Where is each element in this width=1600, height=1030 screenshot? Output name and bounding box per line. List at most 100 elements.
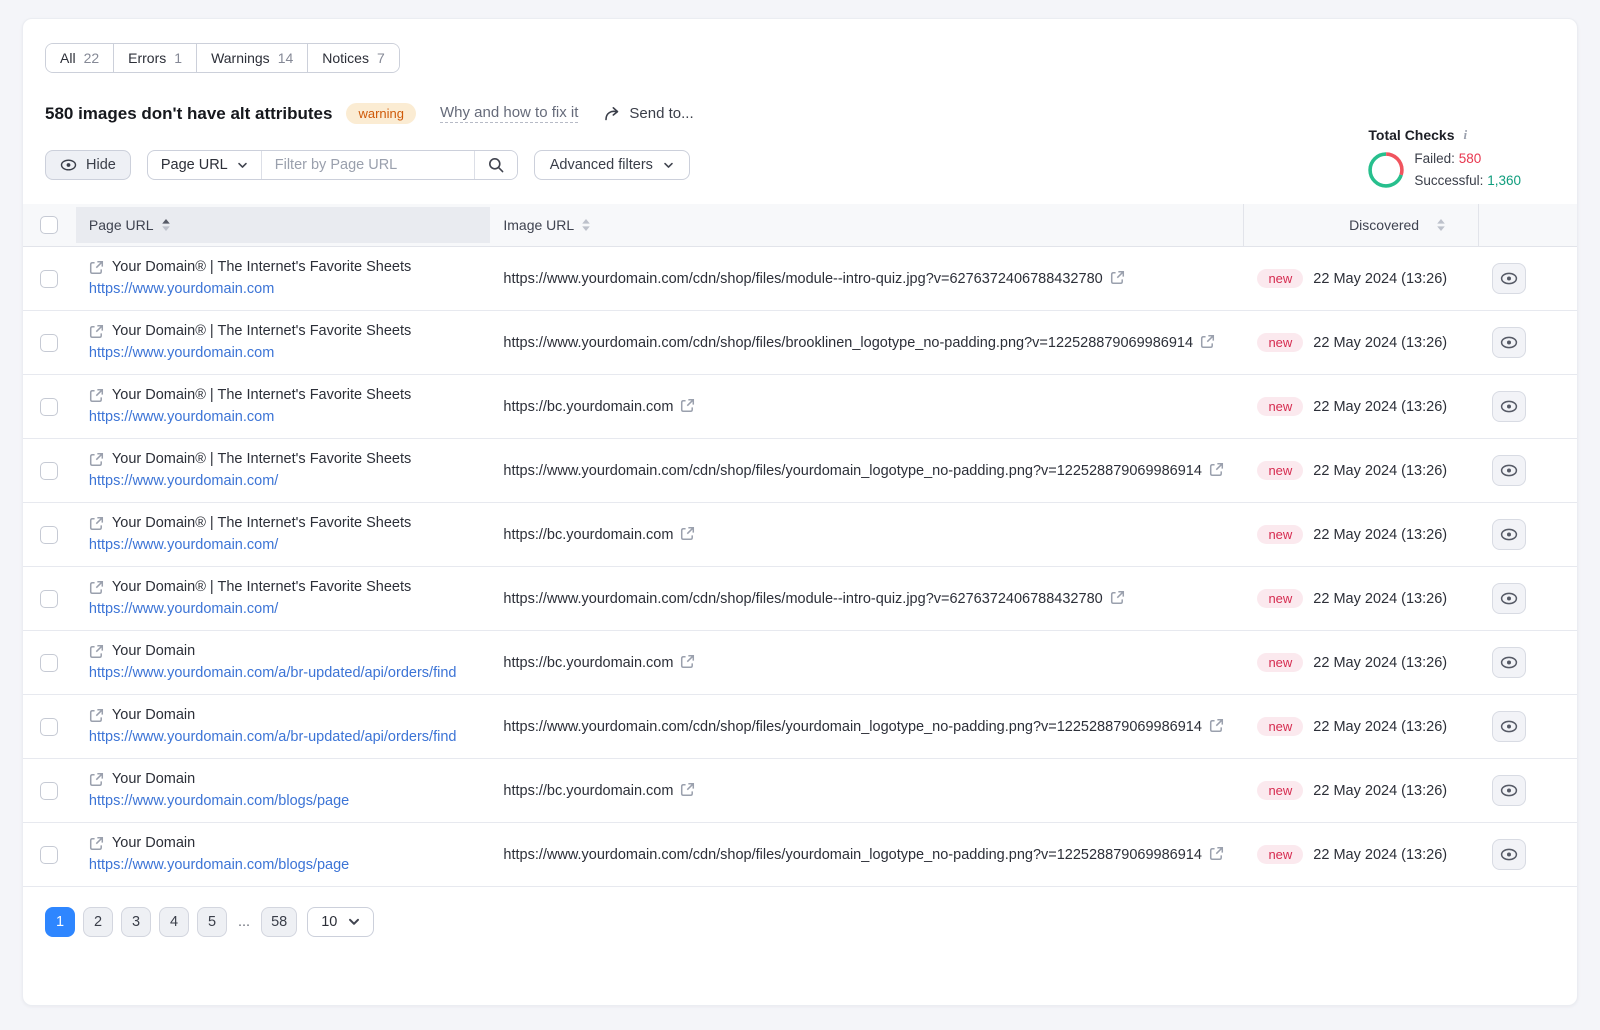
new-badge: new xyxy=(1257,589,1303,608)
tab-warnings[interactable]: Warnings 14 xyxy=(197,44,308,72)
tab-all[interactable]: All 22 xyxy=(46,44,114,72)
page-title-text: Your Domain® | The Internet's Favorite S… xyxy=(112,449,411,470)
page-url-link[interactable]: https://www.yourdomain.com/ xyxy=(89,471,480,492)
row-checkbox[interactable] xyxy=(40,718,58,736)
page-url-link[interactable]: https://www.yourdomain.com/a/br-updated/… xyxy=(89,663,480,684)
image-url-text: https://www.yourdomain.com/cdn/shop/file… xyxy=(503,847,1202,863)
external-link-icon[interactable] xyxy=(89,708,104,723)
advanced-filters-label: Advanced filters xyxy=(550,157,653,173)
external-link-icon[interactable] xyxy=(680,782,695,797)
new-badge: new xyxy=(1257,269,1303,288)
filter-field-dropdown[interactable]: Page URL xyxy=(148,151,262,179)
page-url-column-label: Page URL xyxy=(89,217,154,233)
eye-icon xyxy=(60,159,77,171)
external-link-icon[interactable] xyxy=(89,324,104,339)
page-size-select[interactable]: 10 xyxy=(307,907,374,937)
row-checkbox[interactable] xyxy=(40,462,58,480)
external-link-icon[interactable] xyxy=(1209,718,1224,733)
external-link-icon[interactable] xyxy=(89,836,104,851)
image-url-text: https://www.yourdomain.com/cdn/shop/file… xyxy=(503,271,1102,287)
external-link-icon[interactable] xyxy=(680,654,695,669)
row-checkbox[interactable] xyxy=(40,590,58,608)
column-header-image-url[interactable]: Image URL xyxy=(490,204,1244,246)
hide-label: Hide xyxy=(86,157,116,173)
row-checkbox[interactable] xyxy=(40,782,58,800)
view-details-button[interactable] xyxy=(1492,647,1526,678)
external-link-icon[interactable] xyxy=(89,516,104,531)
page-url-link[interactable]: https://www.yourdomain.com xyxy=(89,407,480,428)
row-checkbox[interactable] xyxy=(40,846,58,864)
page-url-link[interactable]: https://www.yourdomain.com/a/br-updated/… xyxy=(89,727,480,748)
total-checks-panel: Total Checks i Failed: 580 Successful: 1… xyxy=(1368,127,1521,192)
info-icon[interactable]: i xyxy=(1464,127,1468,143)
select-all-checkbox[interactable] xyxy=(40,216,58,234)
view-details-button[interactable] xyxy=(1492,839,1526,870)
view-details-button[interactable] xyxy=(1492,519,1526,550)
external-link-icon[interactable] xyxy=(89,260,104,275)
page-url-link[interactable]: https://www.yourdomain.com/ xyxy=(89,535,480,556)
view-details-button[interactable] xyxy=(1492,775,1526,806)
filter-field-label: Page URL xyxy=(161,157,228,173)
pagination-ellipsis: ... xyxy=(235,914,253,930)
external-link-icon[interactable] xyxy=(1209,462,1224,477)
tab-notices-count: 7 xyxy=(377,50,385,66)
tab-errors[interactable]: Errors 1 xyxy=(114,44,197,72)
external-link-icon[interactable] xyxy=(89,452,104,467)
new-badge: new xyxy=(1257,845,1303,864)
row-checkbox[interactable] xyxy=(40,526,58,544)
eye-icon xyxy=(1500,848,1518,861)
view-details-button[interactable] xyxy=(1492,327,1526,358)
view-details-button[interactable] xyxy=(1492,391,1526,422)
external-link-icon[interactable] xyxy=(89,388,104,403)
page-title-text: Your Domain® | The Internet's Favorite S… xyxy=(112,257,411,278)
hide-columns-button[interactable]: Hide xyxy=(45,150,131,180)
external-link-icon[interactable] xyxy=(1209,846,1224,861)
page-button-2[interactable]: 2 xyxy=(83,907,113,937)
filter-group: Page URL xyxy=(147,150,518,180)
external-link-icon[interactable] xyxy=(680,398,695,413)
row-checkbox[interactable] xyxy=(40,270,58,288)
sort-icon xyxy=(161,218,171,232)
page-url-link[interactable]: https://www.yourdomain.com/blogs/page xyxy=(89,855,480,876)
external-link-icon[interactable] xyxy=(89,580,104,595)
row-checkbox[interactable] xyxy=(40,334,58,352)
chevron-down-icon xyxy=(348,918,360,926)
page-url-link[interactable]: https://www.yourdomain.com/ xyxy=(89,599,480,620)
column-header-discovered[interactable]: Discovered xyxy=(1244,204,1479,246)
eye-icon xyxy=(1500,400,1518,413)
image-url-text: https://www.yourdomain.com/cdn/shop/file… xyxy=(503,591,1102,607)
discovered-date: 22 May 2024 (13:26) xyxy=(1313,399,1447,415)
external-link-icon[interactable] xyxy=(1200,334,1215,349)
page-button-1[interactable]: 1 xyxy=(45,907,75,937)
view-details-button[interactable] xyxy=(1492,711,1526,742)
table-row: Your Domain https://www.yourdomain.com/b… xyxy=(23,759,1577,823)
page-button-3[interactable]: 3 xyxy=(121,907,151,937)
page-button-4[interactable]: 4 xyxy=(159,907,189,937)
page-button-5[interactable]: 5 xyxy=(197,907,227,937)
tab-notices[interactable]: Notices 7 xyxy=(308,44,398,72)
page-url-link[interactable]: https://www.yourdomain.com xyxy=(89,279,480,300)
page-url-link[interactable]: https://www.yourdomain.com xyxy=(89,343,480,364)
last-page-button[interactable]: 58 xyxy=(261,907,297,937)
view-details-button[interactable] xyxy=(1492,583,1526,614)
external-link-icon[interactable] xyxy=(1110,270,1125,285)
advanced-filters-button[interactable]: Advanced filters xyxy=(534,150,690,180)
external-link-icon[interactable] xyxy=(680,526,695,541)
discovered-date: 22 May 2024 (13:26) xyxy=(1313,335,1447,351)
send-to-button[interactable]: Send to... xyxy=(604,105,693,122)
page-url-link[interactable]: https://www.yourdomain.com/blogs/page xyxy=(89,791,480,812)
row-checkbox[interactable] xyxy=(40,398,58,416)
external-link-icon[interactable] xyxy=(89,772,104,787)
why-how-to-fix-link[interactable]: Why and how to fix it xyxy=(440,104,578,123)
column-header-page-url[interactable]: Page URL xyxy=(76,207,490,243)
external-link-icon[interactable] xyxy=(1110,590,1125,605)
external-link-icon[interactable] xyxy=(89,644,104,659)
view-details-button[interactable] xyxy=(1492,263,1526,294)
image-url-text: https://bc.yourdomain.com xyxy=(503,399,673,415)
page-title-text: Your Domain® | The Internet's Favorite S… xyxy=(112,577,411,598)
filter-input[interactable] xyxy=(262,151,474,179)
view-details-button[interactable] xyxy=(1492,455,1526,486)
image-url-text: https://bc.yourdomain.com xyxy=(503,527,673,543)
search-button[interactable] xyxy=(474,151,517,179)
row-checkbox[interactable] xyxy=(40,654,58,672)
